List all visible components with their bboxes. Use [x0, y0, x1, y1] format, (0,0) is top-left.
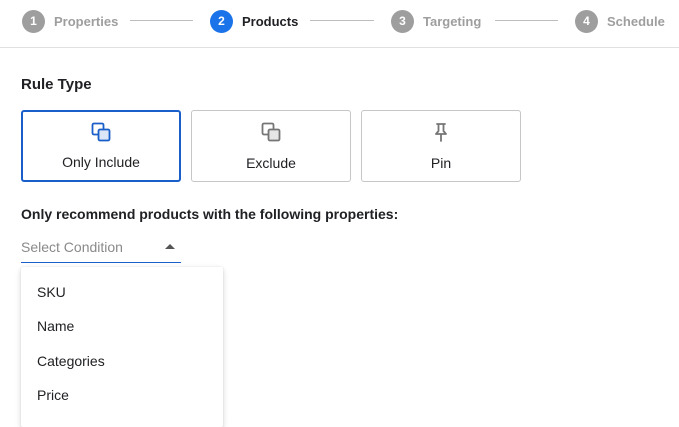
step-connector	[310, 20, 374, 21]
rule-option-label: Pin	[430, 155, 452, 171]
condition-label: Only recommend products with the followi…	[21, 206, 399, 222]
step-label: Products	[242, 13, 299, 29]
step-number: 2	[210, 9, 233, 33]
rule-option-label: Exclude	[246, 155, 296, 171]
step-label: Targeting	[423, 13, 482, 29]
step-connector	[130, 20, 193, 21]
menu-item-price[interactable]: Price	[21, 378, 223, 412]
condition-menu: SKU Name Categories Price	[21, 267, 223, 427]
pin-icon	[429, 120, 453, 144]
step-products[interactable]: 2 Products	[210, 9, 298, 33]
step-schedule[interactable]: 4 Schedule	[575, 9, 665, 33]
rule-option-exclude[interactable]: Exclude	[191, 110, 351, 182]
layers-filled-icon	[89, 120, 113, 144]
step-connector	[495, 20, 558, 21]
rule-type-title: Rule Type	[21, 76, 92, 93]
rule-option-pin[interactable]: Pin	[361, 110, 521, 182]
step-label: Schedule	[607, 13, 665, 29]
condition-placeholder: Select Condition	[21, 239, 123, 255]
step-number: 4	[575, 9, 598, 33]
caret-up-icon	[165, 244, 175, 249]
condition-select[interactable]: Select Condition	[21, 236, 181, 263]
step-number: 3	[391, 9, 414, 33]
step-label: Properties	[54, 13, 119, 29]
menu-item-categories[interactable]: Categories	[21, 344, 223, 378]
step-targeting[interactable]: 3 Targeting	[391, 9, 481, 33]
menu-item-name[interactable]: Name	[21, 309, 223, 343]
menu-item-sku[interactable]: SKU	[21, 275, 223, 309]
stepper: 1 Properties 2 Products 3 Targeting 4 Sc…	[0, 0, 679, 48]
rule-option-label: Only Include	[62, 154, 140, 170]
step-properties[interactable]: 1 Properties	[22, 9, 118, 33]
step-number: 1	[22, 9, 45, 33]
layers-outline-icon	[259, 120, 283, 144]
rule-option-only-include[interactable]: Only Include	[21, 110, 181, 182]
